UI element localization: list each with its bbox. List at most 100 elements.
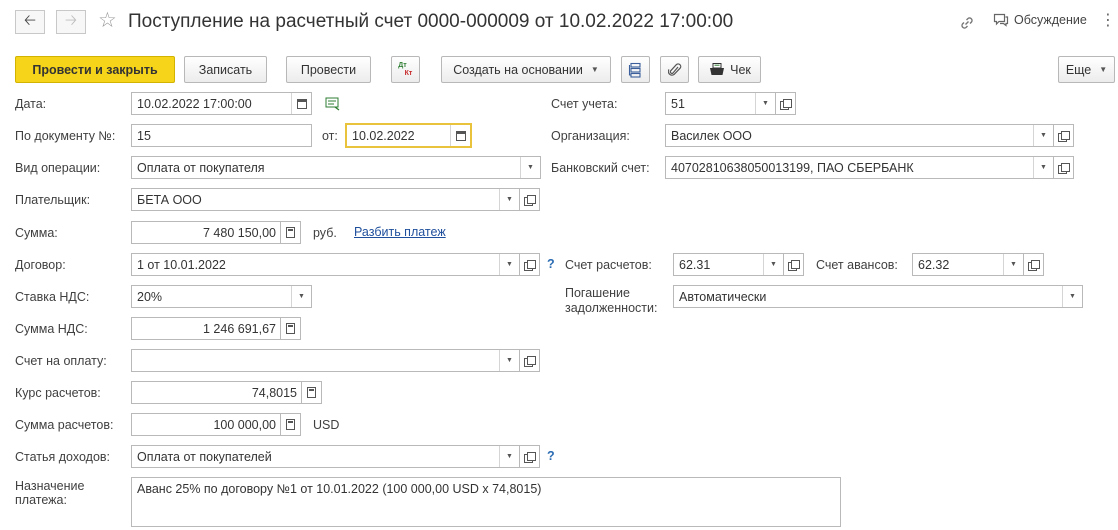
page-title: Поступление на расчетный счет 0000-00000… bbox=[128, 11, 734, 32]
back-button[interactable]: 🡠 bbox=[15, 10, 45, 34]
invoice-open-button[interactable] bbox=[520, 349, 540, 372]
operation-type-value: Оплата от покупателя bbox=[137, 160, 265, 175]
vat-amount-label: Сумма НДС: bbox=[15, 322, 88, 336]
open-form-icon bbox=[524, 451, 536, 463]
open-form-icon bbox=[524, 355, 536, 367]
amount-field[interactable]: 7 480 150,00 bbox=[131, 221, 281, 244]
attach-button[interactable] bbox=[660, 56, 689, 83]
income-item-open-button[interactable] bbox=[520, 445, 540, 468]
calendar-button[interactable] bbox=[291, 93, 311, 114]
chevron-down-icon[interactable]: ▼ bbox=[499, 446, 519, 467]
open-form-icon bbox=[1028, 259, 1040, 271]
post-button[interactable]: Провести bbox=[286, 56, 371, 83]
chevron-down-icon[interactable]: ▼ bbox=[1003, 254, 1023, 275]
dt-kt-button[interactable]: Дт Кт bbox=[391, 56, 420, 83]
chevron-down-icon[interactable]: ▼ bbox=[520, 157, 540, 178]
split-payment-link[interactable]: Разбить платеж bbox=[354, 225, 446, 239]
payer-select[interactable]: БЕТА ООО ▼ bbox=[131, 188, 520, 211]
chevron-down-icon[interactable]: ▼ bbox=[1062, 286, 1082, 307]
chevron-down-icon[interactable]: ▼ bbox=[755, 93, 775, 114]
payer-open-button[interactable] bbox=[520, 188, 540, 211]
account-open-button[interactable] bbox=[776, 92, 796, 115]
hierarchy-icon bbox=[628, 62, 641, 78]
organization-select[interactable]: Василек ООО ▼ bbox=[665, 124, 1054, 147]
rate-calculator-button[interactable] bbox=[302, 381, 322, 404]
exchange-rate-field[interactable]: 74,8015 bbox=[131, 381, 302, 404]
purpose-textarea[interactable]: Аванс 25% по договору №1 от 10.01.2022 (… bbox=[131, 477, 841, 527]
save-button[interactable]: Записать bbox=[184, 56, 267, 83]
create-based-on-button[interactable]: Создать на основании ▼ bbox=[441, 56, 611, 83]
doc-date-field[interactable]: 10.02.2022 bbox=[345, 123, 472, 148]
settlement-calculator-button[interactable] bbox=[281, 413, 301, 436]
vat-rate-select[interactable]: 20% ▼ bbox=[131, 285, 312, 308]
settlement-account-select[interactable]: 62.31 ▼ bbox=[673, 253, 784, 276]
paperclip-icon bbox=[667, 62, 681, 76]
invoice-label: Счет на оплату: bbox=[15, 354, 107, 368]
bank-account-open-button[interactable] bbox=[1054, 156, 1074, 179]
amount-calculator-button[interactable] bbox=[281, 221, 301, 244]
bank-account-label: Банковский счет: bbox=[551, 161, 650, 175]
calendar-icon bbox=[296, 98, 307, 109]
contract-open-button[interactable] bbox=[520, 253, 540, 276]
link-icon[interactable] bbox=[958, 14, 976, 32]
advance-account-select[interactable]: 62.32 ▼ bbox=[912, 253, 1024, 276]
post-and-close-button[interactable]: Провести и закрыть bbox=[15, 56, 175, 83]
structure-button[interactable] bbox=[621, 56, 650, 83]
debt-repayment-label-line1: Погашение bbox=[565, 286, 630, 300]
calculator-icon bbox=[286, 419, 295, 430]
open-form-icon bbox=[780, 98, 792, 110]
receipt-button[interactable]: Чек bbox=[698, 56, 761, 83]
bank-account-value: 40702810638050013199, ПАО СБЕРБАНК bbox=[671, 160, 914, 175]
doc-number-field[interactable]: 15 bbox=[131, 124, 312, 147]
chevron-down-icon[interactable]: ▼ bbox=[499, 189, 519, 210]
receipt-label: Чек bbox=[730, 62, 751, 77]
amount-currency: руб. bbox=[313, 226, 337, 240]
advance-account-open-button[interactable] bbox=[1024, 253, 1044, 276]
forward-button[interactable]: 🡢 bbox=[56, 10, 86, 34]
invoice-select[interactable]: ▼ bbox=[131, 349, 520, 372]
settlement-amount-field[interactable]: 100 000,00 bbox=[131, 413, 281, 436]
more-actions-icon[interactable]: ⋮ bbox=[1100, 13, 1116, 29]
vat-amount-field[interactable]: 1 246 691,67 bbox=[131, 317, 281, 340]
vat-rate-label: Ставка НДС: bbox=[15, 290, 90, 304]
organization-label: Организация: bbox=[551, 129, 630, 143]
operation-type-label: Вид операции: bbox=[15, 161, 101, 175]
favorite-star-icon[interactable]: ☆ bbox=[98, 9, 117, 33]
debt-repayment-select[interactable]: Автоматически ▼ bbox=[673, 285, 1083, 308]
doc-number-label: По документу №: bbox=[15, 129, 116, 143]
date-field[interactable]: 10.02.2022 17:00:00 bbox=[131, 92, 312, 115]
number-settings-icon[interactable] bbox=[325, 97, 341, 111]
more-button[interactable]: Еще ▼ bbox=[1058, 56, 1115, 83]
purpose-label-line2: платежа: bbox=[15, 493, 67, 507]
chevron-down-icon[interactable]: ▼ bbox=[763, 254, 783, 275]
calendar-icon bbox=[455, 130, 466, 141]
organization-open-button[interactable] bbox=[1054, 124, 1074, 147]
date-value: 10.02.2022 17:00:00 bbox=[137, 96, 252, 111]
vat-calculator-button[interactable] bbox=[281, 317, 301, 340]
discuss-button[interactable]: Обсуждение bbox=[993, 13, 1087, 27]
discuss-label: Обсуждение bbox=[1014, 13, 1087, 27]
account-select[interactable]: 51 ▼ bbox=[665, 92, 776, 115]
income-item-help-icon[interactable]: ? bbox=[547, 449, 555, 463]
arrow-left-icon: 🡠 bbox=[23, 11, 37, 29]
account-value: 51 bbox=[671, 96, 685, 111]
open-form-icon bbox=[524, 194, 536, 206]
chevron-down-icon[interactable]: ▼ bbox=[1033, 157, 1053, 178]
chevron-down-icon[interactable]: ▼ bbox=[499, 350, 519, 371]
open-form-icon bbox=[1058, 130, 1070, 142]
chevron-down-icon[interactable]: ▼ bbox=[291, 286, 311, 307]
income-item-select[interactable]: Оплата от покупателей ▼ bbox=[131, 445, 520, 468]
chevron-down-icon[interactable]: ▼ bbox=[1033, 125, 1053, 146]
operation-type-select[interactable]: Оплата от покупателя ▼ bbox=[131, 156, 541, 179]
contract-select[interactable]: 1 от 10.01.2022 ▼ bbox=[131, 253, 520, 276]
advance-account-label: Счет авансов: bbox=[816, 258, 898, 272]
open-form-icon bbox=[788, 259, 800, 271]
chevron-down-icon[interactable]: ▼ bbox=[499, 254, 519, 275]
kt-label: Кт bbox=[404, 69, 413, 77]
calendar-button[interactable] bbox=[450, 125, 470, 146]
settlement-account-open-button[interactable] bbox=[784, 253, 804, 276]
vat-rate-value: 20% bbox=[137, 289, 163, 304]
bank-account-select[interactable]: 40702810638050013199, ПАО СБЕРБАНК ▼ bbox=[665, 156, 1054, 179]
exchange-rate-value: 74,8015 bbox=[251, 385, 297, 400]
contract-help-icon[interactable]: ? bbox=[547, 257, 555, 271]
